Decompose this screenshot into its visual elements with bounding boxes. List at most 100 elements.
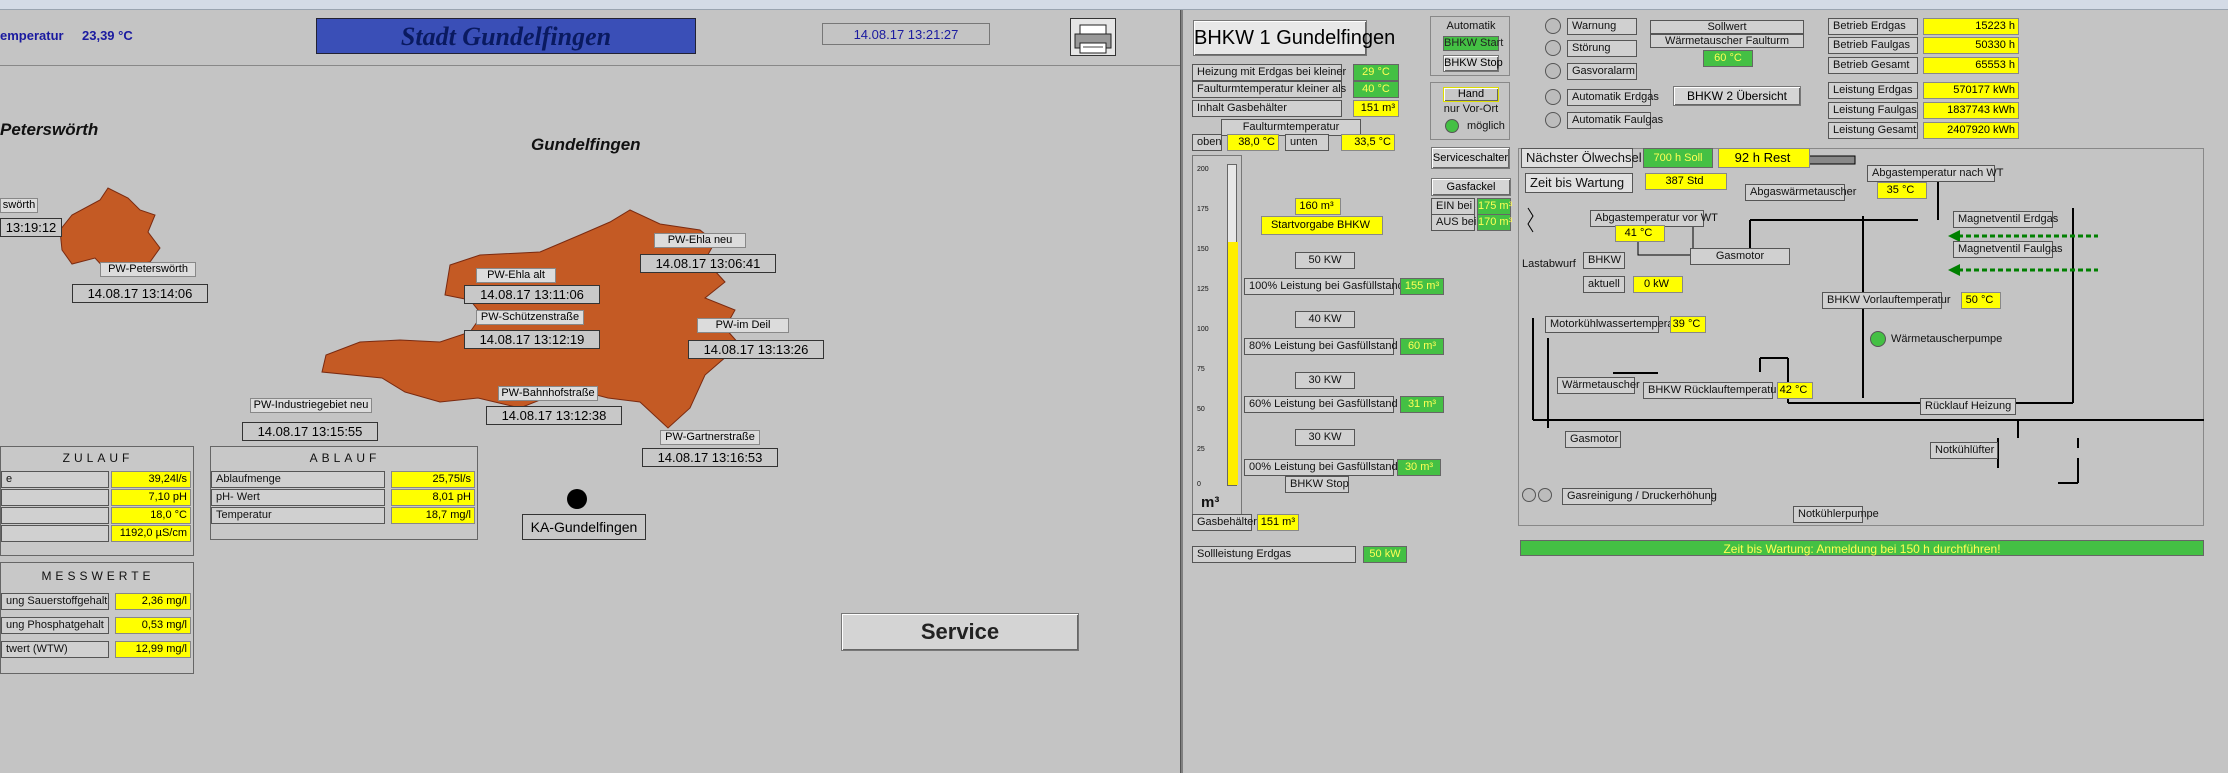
betrieb-value: 50330 h <box>1923 37 2019 54</box>
gasfackel-aus-label: AUS bei <box>1431 214 1476 231</box>
automatik-faulgas-label: Automatik Faulgas <box>1567 112 1663 129</box>
station-timestamp: 14.08.17 13:13:26 <box>688 340 824 359</box>
automatik-faulgas-indicator-icon <box>1545 112 1561 128</box>
ablauf-row-label: Temperatur <box>211 507 385 524</box>
motorkuehlwasser-label: Motorkühlwassertemperatur <box>1545 316 1686 333</box>
ruecklauf-value: 42 °C <box>1777 382 1813 399</box>
station-label: PW-Bahnhofstraße <box>498 386 598 401</box>
station-label: PW-Schützenstraße <box>476 310 584 325</box>
ablauf-row-value: 18,7 mg/l <box>391 507 475 524</box>
messwerte-row-label: ung Phosphatgehalt <box>1 617 109 634</box>
ruecklauf-heizung-label: Rücklauf Heizung <box>1920 398 2016 415</box>
serviceschalter-button[interactable]: Serviceschalter <box>1431 147 1510 169</box>
schematic-lines <box>1527 155 2204 484</box>
waermetauscher-label: Wärmetauscher <box>1557 377 1640 394</box>
station-timestamp: 14.08.17 13:12:19 <box>464 330 600 349</box>
level-label: 100% Leistung bei Gasfüllstand <box>1244 278 1404 295</box>
gasvoralarm-label: Gasvoralarm <box>1567 63 1637 80</box>
hand-button[interactable]: Hand <box>1443 87 1499 102</box>
unten-label: unten <box>1285 134 1329 151</box>
magnetventil-faulgas-label: Magnetventil Faulgas <box>1953 241 2063 258</box>
oelwechsel-label: Nächster Ölwechsel <box>1521 148 1642 168</box>
zulauf-row-value: 1192,0 µS/cm <box>111 525 191 542</box>
betrieb-label: Leistung Gesamt <box>1828 122 1918 139</box>
gasfackel-button[interactable]: Gasfackel <box>1431 178 1511 196</box>
ablauf-panel: ABLAUF Ablaufmenge 25,75l/s pH- Wert 8,0… <box>210 446 478 540</box>
stoerung-label: Störung <box>1567 40 1637 57</box>
oben-value: 38,0 °C <box>1227 134 1279 151</box>
notkuehler-label: Notkühlüfter <box>1930 442 1998 459</box>
window-top-bar <box>0 0 2228 10</box>
level-kw: 30 KW <box>1295 429 1355 446</box>
gauge-tick: 100 <box>1197 326 1209 333</box>
zulauf-panel: ZULAUF e 39,24l/s 7,10 pH 18,0 °C 1192,0… <box>0 446 194 556</box>
oben-label: oben <box>1192 134 1222 151</box>
station-timestamp: 13:19:12 <box>0 218 62 237</box>
station-timestamp: 14.08.17 13:06:41 <box>640 254 776 273</box>
bhkw2-overview-button[interactable]: BHKW 2 Übersicht <box>1673 86 1801 106</box>
abgaswaermetauscher-label: Abgaswärmetauscher <box>1745 184 1856 201</box>
messwerte-panel: MESSWERTE ung Sauerstoffgehalt 2,36 mg/l… <box>0 562 194 674</box>
gauge-tick: 200 <box>1197 166 1209 173</box>
betrieb-value: 65553 h <box>1923 57 2019 74</box>
zulauf-row-value: 39,24l/s <box>111 471 191 488</box>
ka-gundelfingen-button[interactable]: KA-Gundelfingen <box>522 514 646 540</box>
gasreinigung-indicator-icon <box>1522 488 1536 502</box>
wartung-banner: Zeit bis Wartung: Anmeldung bei 150 h du… <box>1520 540 2204 556</box>
ruecklauf-label: BHKW Rücklauftemperatur <box>1643 382 1780 399</box>
gauge-tick: 125 <box>1197 286 1209 293</box>
gauge-tick: 0 <box>1197 481 1201 488</box>
warnung-label: Warnung <box>1567 18 1637 35</box>
betrieb-label: Betrieb Erdgas <box>1828 18 1918 35</box>
waermetauscherpumpe-label: Wärmetauscherpumpe <box>1891 333 2003 345</box>
right-panel: BHKW 1 Gundelfingen Heizung mit Erdgas b… <box>1185 10 2228 773</box>
ablauf-row-label: Ablaufmenge <box>211 471 385 488</box>
bhkw-start-button[interactable]: BHKW Start <box>1443 36 1503 51</box>
param-label: Heizung mit Erdgas bei kleiner <box>1192 64 1346 81</box>
bhkw-box-label: BHKW <box>1583 252 1625 269</box>
mode-group: Automatik BHKW Start BHKW Stop <box>1430 16 1510 76</box>
moeglich-label: möglich <box>1467 120 1505 132</box>
gauge-fill <box>1228 241 1238 485</box>
vorlauf-label: BHKW Vorlauftemperatur <box>1822 292 1951 309</box>
startvorgabe-value: 160 m³ <box>1295 198 1341 215</box>
bhkw-stop-level: BHKW Stop <box>1285 476 1349 493</box>
zulauf-row-label: e <box>1 471 109 488</box>
messwerte-row-value: 0,53 mg/l <box>115 617 191 634</box>
gasfackel-aus-value: 170 m³ <box>1477 214 1512 231</box>
gauge-tick: 25 <box>1197 446 1205 453</box>
messwerte-row-label: ung Sauerstoffgehalt <box>1 593 109 610</box>
betrieb-value: 1837743 kWh <box>1923 102 2019 119</box>
messwerte-title: MESSWERTE <box>41 569 155 583</box>
service-button[interactable]: Service <box>841 613 1079 651</box>
left-panel: emperatur 23,39 °C Stadt Gundelfingen 14… <box>0 10 1180 773</box>
param-label: Faulturmtemperatur kleiner als <box>1192 81 1346 98</box>
automatik-erdgas-label: Automatik Erdgas <box>1567 89 1659 106</box>
zulauf-row-value: 18,0 °C <box>111 507 191 524</box>
sollwert-subtitle: Wärmetauscher Faulturm <box>1650 34 1804 48</box>
messwerte-row-label: twert (WTW) <box>1 641 109 658</box>
gasmotor-label: Gasmotor <box>1690 248 1790 265</box>
ka-marker-icon <box>567 489 587 509</box>
abgastemp-nach-value: 35 °C <box>1877 182 1927 199</box>
abgastemp-vor-value: 41 °C <box>1615 225 1665 242</box>
aktuell-value: 0 kW <box>1633 276 1683 293</box>
wartung-label: Zeit bis Wartung <box>1525 173 1633 193</box>
gasfackel-group: Gasfackel EIN bei 175 m³ AUS bei 170 m³ <box>1431 178 1512 231</box>
betrieb-value: 2407920 kWh <box>1923 122 2019 139</box>
ablauf-row-label: pH- Wert <box>211 489 385 506</box>
param-value: 151 m³ <box>1353 100 1399 117</box>
hand-status-indicator-icon <box>1445 119 1459 133</box>
oelwechsel-rest: 92 h Rest <box>1718 148 1810 168</box>
station-timestamp: 14.08.17 13:14:06 <box>72 284 208 303</box>
stoerung-indicator-icon <box>1545 40 1561 56</box>
level-value: 155 m³ <box>1400 278 1444 295</box>
zulauf-row-label <box>1 507 109 524</box>
param-label: Inhalt Gasbehälter <box>1192 100 1342 117</box>
bhkw-stop-button[interactable]: BHKW Stop <box>1443 55 1503 72</box>
motorkuehlwasser-value: 39 °C <box>1670 316 1706 333</box>
sollwert-value: 60 °C <box>1703 50 1753 67</box>
nur-vor-ort-label: nur Vor-Ort <box>1443 103 1499 115</box>
sollleistung-label: Sollleistung Erdgas <box>1192 546 1356 563</box>
station-label: PW-Peterswörth <box>100 262 196 277</box>
